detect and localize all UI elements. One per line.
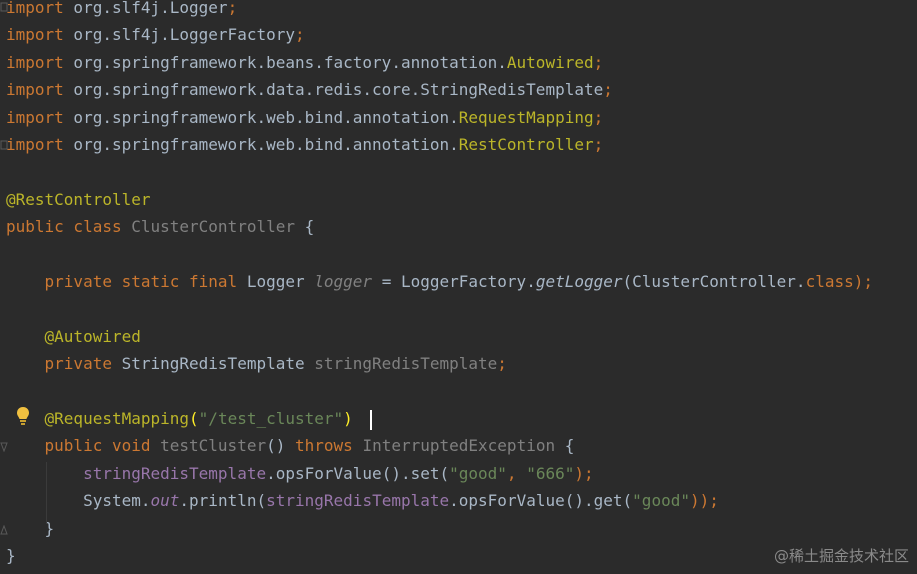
indent-guide: [46, 462, 47, 524]
code-token: "good": [449, 463, 507, 483]
code-token: getLogger: [535, 272, 623, 291]
code-token: ;: [593, 52, 604, 72]
code-token: public class: [6, 217, 132, 237]
code-token: "/test_cluster": [198, 409, 344, 428]
code-line[interactable]: }: [6, 546, 16, 566]
code-token: "666": [526, 463, 575, 483]
code-token: InterruptedException: [362, 436, 556, 456]
code-token: stringRedisTemplate: [314, 354, 498, 374]
code-token: private static final: [6, 272, 247, 291]
code-line[interactable]: private StringRedisTemplate stringRedisT…: [6, 354, 507, 374]
code-token: (ClusterController.: [622, 272, 806, 291]
code-token: org.springframework.web.bind.annotation.: [63, 135, 459, 154]
code-token: out: [150, 491, 180, 511]
code-token: = LoggerFactory.: [372, 272, 536, 291]
code-token: stringRedisTemplate: [266, 491, 450, 511]
code-line[interactable]: @RestController: [6, 190, 151, 210]
code-token: import: [6, 80, 64, 100]
code-token: );: [853, 272, 873, 291]
code-token: Autowired: [506, 52, 594, 72]
fold-icon[interactable]: [0, 2, 8, 12]
code-token: org.springframework.data.redis.core.Stri…: [63, 80, 604, 100]
code-token: ;: [593, 107, 604, 127]
code-token: @Autowired: [6, 326, 141, 346]
code-token: "good": [632, 491, 690, 511]
code-token: );: [574, 463, 594, 483]
code-token: logger: [314, 272, 373, 291]
text-caret: [370, 410, 372, 430]
code-line[interactable]: stringRedisTemplate.opsForValue().set("g…: [6, 464, 594, 484]
code-token: ;: [294, 25, 305, 45]
code-line[interactable]: @Autowired: [6, 327, 141, 347]
code-token: RequestMapping: [458, 107, 594, 127]
code-token: throws: [295, 436, 363, 456]
code-token: ;: [497, 354, 507, 374]
code-line[interactable]: import org.springframework.beans.factory…: [6, 53, 603, 73]
watermark: @稀土掘金技术社区: [773, 547, 909, 565]
fold-icon[interactable]: [0, 442, 8, 452]
code-token: class: [805, 272, 854, 291]
code-line[interactable]: import org.springframework.web.bind.anno…: [6, 135, 603, 155]
code-line[interactable]: public class ClusterController {: [6, 217, 314, 237]
code-token: ClusterController: [131, 217, 295, 237]
code-token: Logger: [246, 272, 315, 291]
code-token: ): [343, 409, 353, 428]
code-line[interactable]: private static final Logger logger = Log…: [6, 272, 873, 292]
code-line[interactable]: import org.springframework.web.bind.anno…: [6, 108, 603, 128]
code-token: {: [295, 217, 315, 237]
code-token: System.: [6, 491, 151, 511]
code-token: ;: [603, 80, 613, 100]
code-token: ;: [227, 0, 238, 17]
lightbulb-icon[interactable]: [15, 406, 31, 426]
code-line[interactable]: public void testCluster() throws Interru…: [6, 436, 575, 456]
code-editor[interactable]: import org.slf4j.Logger; import org.slf4j…: [0, 0, 917, 574]
code-token: import: [6, 52, 64, 72]
code-token: @RequestMapping: [6, 409, 190, 428]
code-token: .println(: [179, 491, 267, 511]
code-token: StringRedisTemplate: [121, 354, 315, 374]
code-token: (: [189, 409, 199, 428]
code-token: org.springframework.beans.factory.annota…: [63, 52, 507, 72]
code-line[interactable]: import org.slf4j.Logger;: [6, 0, 237, 18]
code-token: import: [6, 25, 64, 45]
code-line[interactable]: import org.slf4j.LoggerFactory;: [6, 25, 305, 45]
code-token: .opsForValue().set(: [266, 463, 450, 483]
code-token: }: [6, 546, 16, 565]
code-token: import: [6, 107, 64, 127]
code-line[interactable]: System.out.println(stringRedisTemplate.o…: [6, 491, 719, 511]
code-token: org.slf4j.Logger: [63, 0, 228, 17]
fold-icon[interactable]: [0, 525, 8, 535]
code-token: private: [6, 354, 122, 374]
code-token: @RestController: [6, 189, 151, 209]
code-token: .opsForValue().get(: [449, 491, 633, 511]
code-token: (): [266, 436, 295, 456]
code-token: import: [6, 135, 64, 154]
code-line[interactable]: @RequestMapping("/test_cluster"): [6, 409, 353, 429]
code-token: testCluster: [160, 436, 267, 456]
code-token: ;: [593, 135, 604, 154]
code-token: ,: [506, 463, 527, 483]
code-token: org.slf4j.LoggerFactory: [63, 25, 295, 45]
code-token: org.springframework.web.bind.annotation.: [63, 107, 459, 127]
fold-icon[interactable]: [0, 140, 8, 150]
code-token: import: [6, 0, 64, 17]
code-token: {: [555, 436, 575, 456]
code-token: RestController: [458, 135, 594, 154]
code-token: public void: [6, 436, 161, 456]
code-token: stringRedisTemplate: [83, 463, 267, 483]
code-token: ));: [689, 491, 719, 511]
code-line[interactable]: import org.springframework.data.redis.co…: [6, 80, 613, 100]
